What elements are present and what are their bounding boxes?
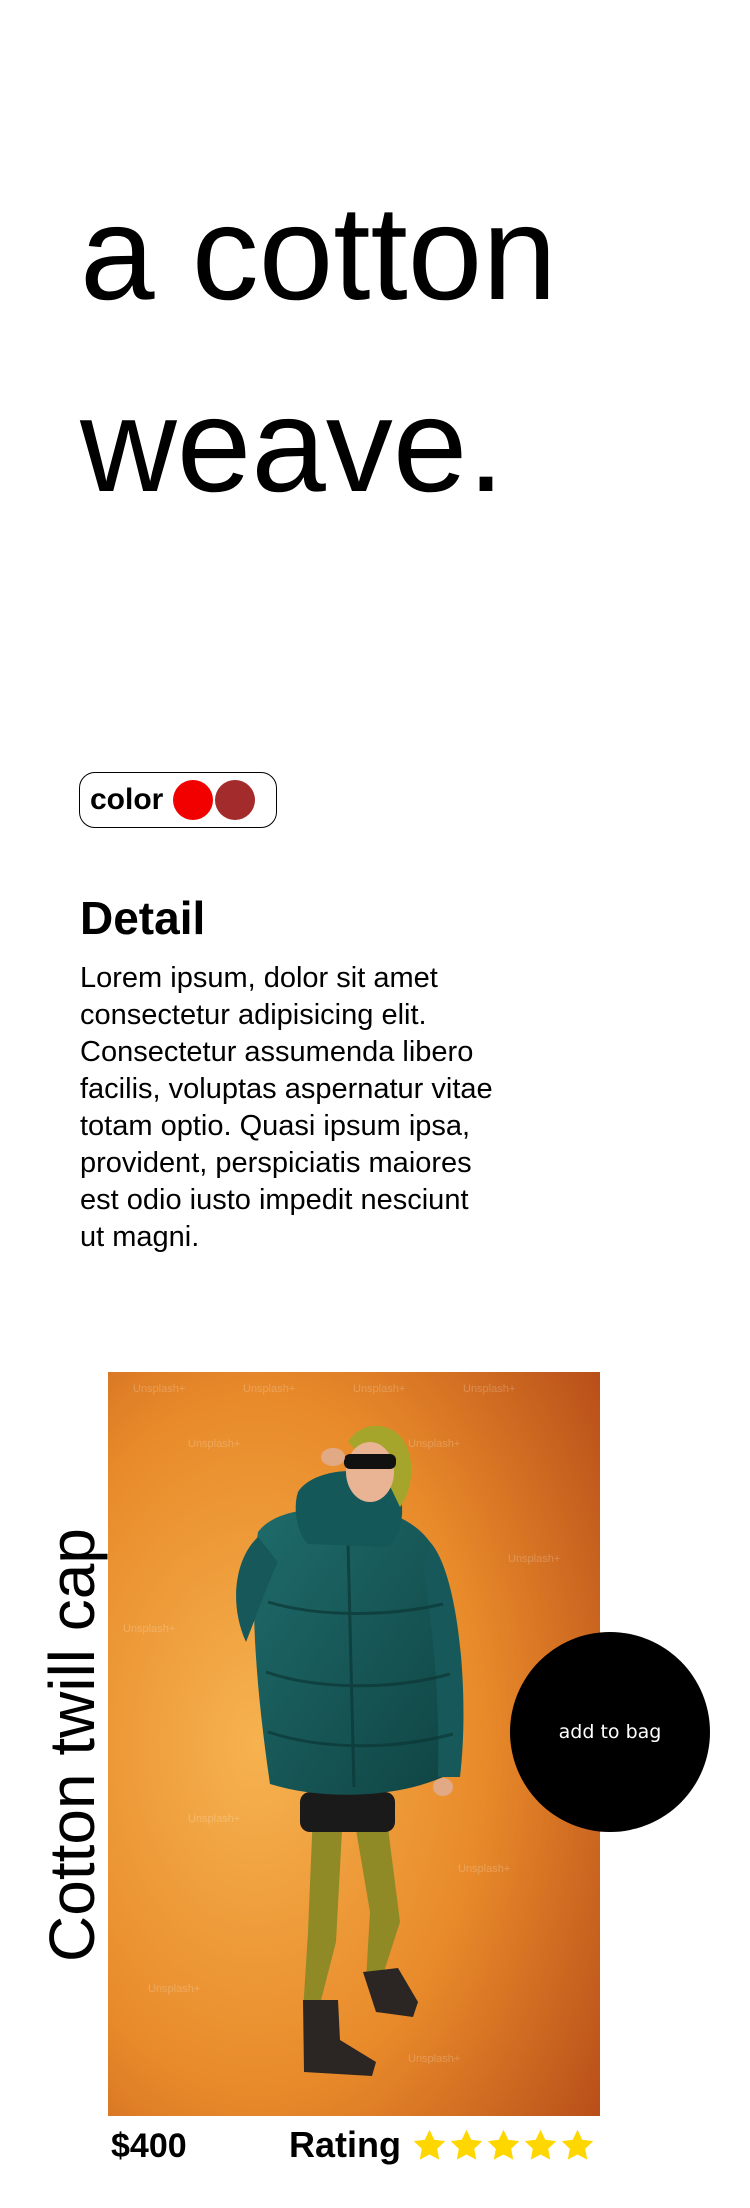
svg-text:Unsplash+: Unsplash+	[188, 1813, 240, 1825]
star-icon	[485, 2127, 522, 2164]
svg-text:Unsplash+: Unsplash+	[243, 1383, 295, 1395]
svg-text:Unsplash+: Unsplash+	[148, 1983, 200, 1995]
svg-text:Unsplash+: Unsplash+	[188, 1438, 240, 1450]
svg-text:Unsplash+: Unsplash+	[353, 1383, 405, 1395]
color-selector: color	[79, 772, 277, 828]
rating-stars	[411, 2127, 596, 2164]
rating-label: Rating	[289, 2124, 401, 2165]
detail-description: Lorem ipsum, dolor sit amet consectetur …	[80, 962, 493, 1253]
watermark-text: Unsplash+	[133, 1383, 185, 1395]
color-label: color	[90, 783, 164, 816]
star-icon	[522, 2127, 559, 2164]
svg-text:Unsplash+: Unsplash+	[123, 1623, 175, 1635]
hero-title: a cotton weave.	[80, 158, 720, 542]
color-swatch-dark-red[interactable]	[215, 780, 256, 820]
detail-heading: Detail	[80, 892, 206, 944]
star-icon	[411, 2127, 448, 2164]
svg-text:Unsplash+: Unsplash+	[508, 1553, 560, 1565]
svg-text:Unsplash+: Unsplash+	[408, 1438, 460, 1450]
product-name: Cotton twill cap	[36, 1528, 108, 1962]
rating: Rating	[289, 2125, 596, 2165]
svg-text:Unsplash+: Unsplash+	[408, 2053, 460, 2065]
product-price: $400	[111, 2127, 187, 2165]
hero-title-line-2: weave.	[80, 371, 505, 520]
hero-title-line-1: a cotton	[80, 179, 557, 328]
star-icon	[448, 2127, 485, 2164]
svg-text:Unsplash+: Unsplash+	[463, 1383, 515, 1395]
star-icon	[559, 2127, 596, 2164]
add-to-bag-button[interactable]: add to bag	[510, 1632, 710, 1832]
svg-text:Unsplash+: Unsplash+	[458, 1863, 510, 1875]
color-swatch-red[interactable]	[173, 780, 214, 820]
